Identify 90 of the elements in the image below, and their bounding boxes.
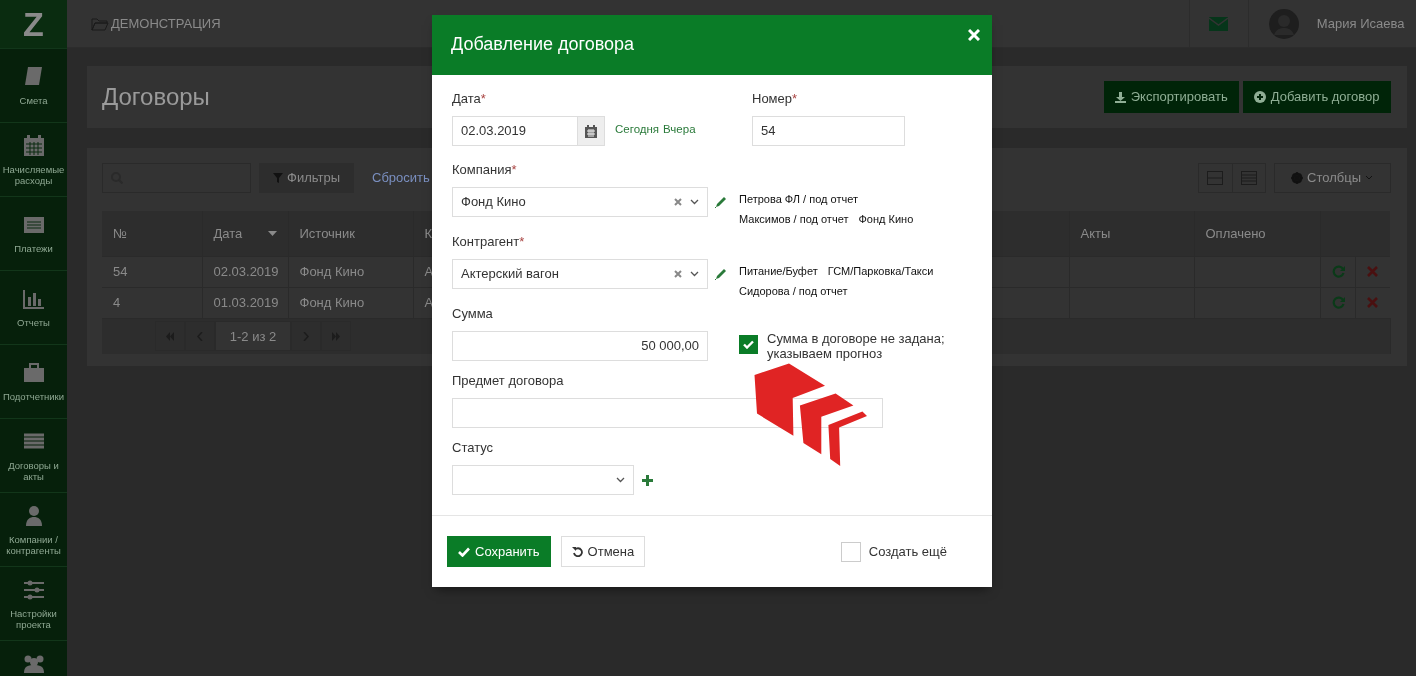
calendar-icon [21, 133, 46, 158]
table-cell: 01.03.2019 [213, 294, 279, 310]
field-label: Дата [452, 91, 481, 106]
table-cell: Фонд Кино [299, 263, 365, 279]
status-select[interactable] [452, 465, 634, 495]
page-indicator: 1-2 из 2 [215, 321, 291, 352]
delete-icon[interactable] [1366, 297, 1378, 308]
chevron-icon [1365, 175, 1373, 181]
sidebar-item[interactable]: Начисляемые расходы [0, 122, 67, 196]
field-label: Статус [452, 440, 494, 455]
field-label: Предмет договора [452, 373, 564, 388]
page-title: Договоры [102, 82, 210, 112]
date-shortcut-link[interactable]: Вчера [663, 121, 696, 139]
export-button[interactable]: Экспортировать [1103, 81, 1239, 113]
column-header[interactable]: К [424, 223, 433, 243]
add-button[interactable]: Добавить договор [1242, 81, 1391, 113]
project-name[interactable]: ДЕМОНСТРАЦИЯ [111, 13, 221, 34]
required-mark: * [480, 91, 486, 106]
check-icon [743, 340, 754, 349]
sidebar-item[interactable]: Договоры и акты [0, 418, 67, 492]
sidebar-item[interactable]: Смета [0, 48, 67, 122]
date-shortcut-link[interactable]: Сегодня [615, 121, 660, 139]
column-header[interactable]: Дата [213, 223, 243, 243]
select-field[interactable]: Фонд Кино [452, 187, 708, 217]
checkbox[interactable] [739, 335, 758, 354]
refresh-icon[interactable] [1331, 296, 1345, 309]
undo-icon [571, 546, 583, 557]
required-mark: * [792, 91, 798, 106]
sidebar-item[interactable]: Подотчетники [0, 344, 67, 418]
logo: Z [0, 0, 67, 48]
suggestion-link[interactable]: Сидорова / под отчет [739, 281, 848, 301]
plus-icon[interactable] [642, 474, 653, 486]
checkbox-label: Сумма в договоре не задана; указываем прогноз [767, 331, 946, 361]
checkbox-label: Создать ещё [868, 542, 947, 561]
edit-icon[interactable] [714, 195, 727, 209]
clear-icon[interactable] [674, 270, 682, 278]
table-cell: 02.03.2019 [213, 263, 279, 279]
calendar-button[interactable] [578, 116, 605, 146]
field-label: Контрагент [452, 234, 520, 249]
field-label: Номер [752, 91, 792, 106]
check-icon [458, 546, 470, 557]
edit-icon[interactable] [714, 267, 727, 281]
sidebar-item[interactable]: Отчеты [0, 270, 67, 344]
sidebar-item[interactable]: Настройки проекта [0, 566, 67, 640]
folder-icon [91, 16, 109, 31]
table-cell: 54 [113, 263, 128, 279]
column-header[interactable]: Источник [299, 223, 355, 243]
field-label: Сумма [452, 306, 493, 321]
suggestion-link[interactable]: Питание/Буфет [739, 261, 818, 281]
table-cell: Фонд Кино [299, 294, 365, 310]
briefcase-icon [21, 361, 46, 385]
column-header[interactable]: Акты [1080, 223, 1111, 243]
calendar-icon [585, 124, 597, 138]
select-field[interactable]: Актерский вагон [452, 259, 708, 289]
plus-circle-icon [1253, 91, 1266, 103]
required-mark: * [511, 162, 517, 177]
clear-icon[interactable] [674, 198, 682, 206]
amount-field[interactable]: 50 000,00 [452, 331, 708, 361]
chevron-icon [616, 477, 625, 483]
bar-chart-icon [21, 287, 46, 311]
save-button[interactable]: Сохранить [447, 536, 551, 567]
reset-link[interactable]: Сбросить [372, 168, 430, 188]
delete-icon[interactable] [1366, 266, 1378, 277]
date-field[interactable]: 02.03.2019 [452, 116, 578, 146]
filter-icon [273, 173, 283, 183]
suggestion-link[interactable]: ГСМ/Парковка/Такси [827, 261, 934, 281]
columns-button[interactable]: Столбцы [1273, 163, 1391, 193]
chevron-icon[interactable] [690, 199, 699, 205]
cancel-button[interactable]: Отмена [560, 536, 646, 567]
table-cell: 4 [113, 294, 121, 310]
suggestion-link[interactable]: Максимов / под отчет [739, 209, 849, 229]
close-icon[interactable] [968, 29, 980, 41]
chevron-icon[interactable] [690, 271, 699, 277]
sort-caret-icon [267, 230, 277, 236]
suggestion-link[interactable]: Петрова ФЛ / под отчет [739, 189, 858, 209]
field-label: Компания [452, 162, 512, 177]
download-icon [1114, 91, 1126, 103]
sidebar-item[interactable] [0, 640, 67, 676]
column-header[interactable]: № [113, 223, 127, 243]
sidebar-item[interactable]: Платежи [0, 196, 67, 270]
required-mark: * [519, 234, 525, 249]
refresh-icon[interactable] [1331, 265, 1345, 278]
sidebar-item[interactable]: Компании / контрагенты [0, 492, 67, 566]
number-field[interactable]: 54 [752, 116, 905, 146]
filter-button[interactable]: Фильтры [259, 163, 354, 193]
user-name[interactable]: Мария Исаева [1316, 13, 1405, 34]
dialog-title: Добавление договора [451, 34, 635, 56]
group-icon [21, 653, 46, 676]
mail-icon[interactable] [1209, 16, 1229, 31]
suggestion-link[interactable]: Фонд Кино [858, 209, 914, 229]
